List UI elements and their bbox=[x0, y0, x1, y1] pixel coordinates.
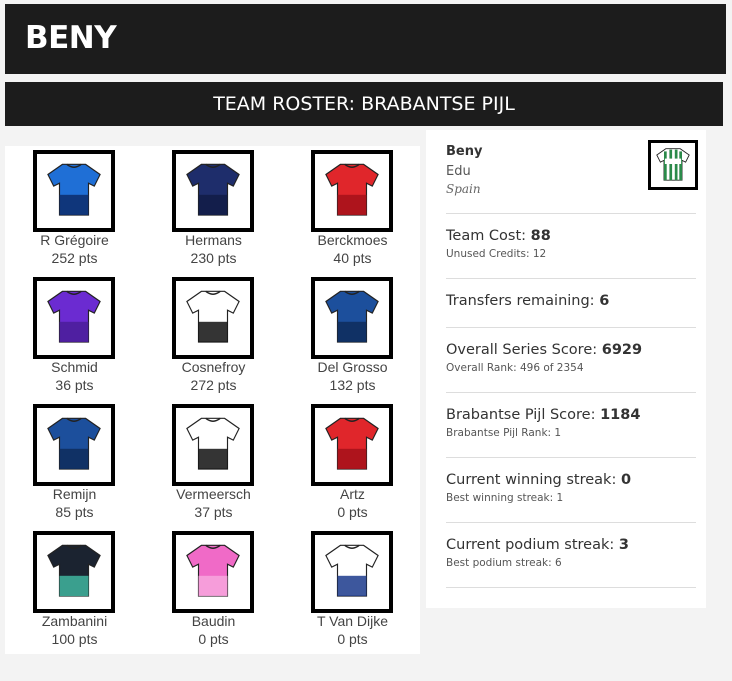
rider-name[interactable]: Zambanini bbox=[5, 613, 144, 629]
rider-name[interactable]: Artz bbox=[283, 486, 422, 502]
red-bull-bora-jersey-icon[interactable] bbox=[311, 531, 393, 613]
rider-points: 132 pts bbox=[329, 377, 376, 393]
rider-name[interactable]: Schmid bbox=[5, 359, 144, 375]
brand-title[interactable]: BENY bbox=[25, 20, 117, 56]
rider-points: 252 pts bbox=[51, 250, 98, 266]
profile-country: Spain bbox=[446, 182, 481, 196]
divider bbox=[446, 327, 696, 328]
rider-card[interactable]: R Grégoire 252 pts bbox=[5, 146, 144, 273]
transfers-value: 6 bbox=[599, 293, 610, 309]
jayco-alula-jersey-icon[interactable] bbox=[33, 277, 115, 359]
team-cost-stat: Team Cost: 88 Unused Credits: 12 bbox=[446, 228, 696, 260]
uae-team-emirates-jersey-icon[interactable] bbox=[172, 277, 254, 359]
series-score-value: 6929 bbox=[601, 342, 643, 358]
series-rank: Overall Rank: 496 of 2354 bbox=[446, 362, 584, 374]
rider-points: 85 pts bbox=[55, 504, 94, 520]
rider-name[interactable]: Baudin bbox=[144, 613, 283, 629]
team-cost-label: Team Cost: bbox=[446, 228, 527, 244]
alpecin-jersey-icon[interactable] bbox=[33, 404, 115, 486]
rider-name[interactable]: Hermans bbox=[144, 232, 283, 248]
rider-name[interactable]: Del Grosso bbox=[283, 359, 422, 375]
rider-name[interactable]: T Van Dijke bbox=[283, 613, 422, 629]
race-rank: Brabantse Pijl Rank: 1 bbox=[446, 427, 562, 439]
rider-card[interactable]: Cosnefroy 272 pts bbox=[144, 273, 283, 400]
roster-title-bar: TEAM ROSTER: BRABANTSE PIJL bbox=[5, 82, 723, 126]
unused-credits: Unused Credits: 12 bbox=[446, 248, 547, 260]
profile-panel: Beny Edu Spain Team Cost: 88 Unused Cred… bbox=[426, 130, 706, 608]
rider-card[interactable]: T Van Dijke 0 pts bbox=[283, 527, 422, 654]
alpecin-jersey-icon[interactable] bbox=[311, 277, 393, 359]
divider bbox=[446, 587, 696, 588]
profile-info: Beny Edu Spain bbox=[446, 144, 482, 196]
rider-card[interactable]: Remijn 85 pts bbox=[5, 400, 144, 527]
groupama-fdj-jersey-icon[interactable] bbox=[33, 150, 115, 232]
winning-streak-stat: Current winning streak: 0 Best winning s… bbox=[446, 472, 696, 504]
rider-name[interactable]: R Grégoire bbox=[5, 232, 144, 248]
rider-card[interactable]: Artz 0 pts bbox=[283, 400, 422, 527]
rider-card[interactable]: Baudin 0 pts bbox=[144, 527, 283, 654]
rider-name[interactable]: Berckmoes bbox=[283, 232, 422, 248]
rider-name[interactable]: Cosnefroy bbox=[144, 359, 283, 375]
rider-card[interactable]: Del Grosso 132 pts bbox=[283, 273, 422, 400]
ef-education-jersey-icon[interactable] bbox=[172, 531, 254, 613]
roster-grid: R Grégoire 252 pts Hermans 230 pts Berckmoes… bbox=[5, 146, 420, 654]
rider-points: 230 pts bbox=[190, 250, 237, 266]
rider-card[interactable]: Zambanini 100 pts bbox=[5, 527, 144, 654]
rider-points: 0 pts bbox=[198, 631, 229, 647]
race-score-stat: Brabantse Pijl Score: 1184 Brabantse Pij… bbox=[446, 407, 696, 439]
rider-points: 40 pts bbox=[333, 250, 372, 266]
divider bbox=[446, 457, 696, 458]
transfers-stat: Transfers remaining: 6 bbox=[446, 293, 696, 309]
best-podium-streak: Best podium streak: 6 bbox=[446, 557, 562, 569]
rider-points: 36 pts bbox=[55, 377, 94, 393]
podium-streak-label: Current podium streak: bbox=[446, 537, 615, 553]
divider bbox=[446, 392, 696, 393]
profile-username: Beny bbox=[446, 144, 483, 159]
israel-premier-tech-jersey-icon[interactable] bbox=[172, 150, 254, 232]
bahrain-victorious-jersey-icon[interactable] bbox=[33, 531, 115, 613]
transfers-label: Transfers remaining: bbox=[446, 293, 595, 309]
rider-name[interactable]: Vermeersch bbox=[144, 486, 283, 502]
rider-card[interactable]: Vermeersch 37 pts bbox=[144, 400, 283, 527]
profile-team-name: Edu bbox=[446, 164, 471, 179]
divider bbox=[446, 522, 696, 523]
rider-points: 100 pts bbox=[51, 631, 98, 647]
winning-streak-label: Current winning streak: bbox=[446, 472, 617, 488]
race-score-value: 1184 bbox=[600, 407, 641, 423]
podium-streak-value: 3 bbox=[618, 537, 629, 553]
lotto-jersey-icon[interactable] bbox=[311, 404, 393, 486]
race-score-label: Brabantse Pijl Score: bbox=[446, 407, 596, 423]
rider-card[interactable]: Berckmoes 40 pts bbox=[283, 146, 422, 273]
divider bbox=[446, 213, 696, 214]
series-score-stat: Overall Series Score: 6929 Overall Rank:… bbox=[446, 342, 696, 374]
rider-points: 0 pts bbox=[337, 504, 368, 520]
best-winning-streak: Best winning streak: 1 bbox=[446, 492, 564, 504]
rider-name[interactable]: Remijn bbox=[5, 486, 144, 502]
rider-card[interactable]: Hermans 230 pts bbox=[144, 146, 283, 273]
winning-streak-value: 0 bbox=[620, 472, 632, 488]
series-score-label: Overall Series Score: bbox=[446, 342, 598, 358]
divider bbox=[446, 278, 696, 279]
rider-card[interactable]: Schmid 36 pts bbox=[5, 273, 144, 400]
rider-points: 37 pts bbox=[194, 504, 233, 520]
team-cost-value: 88 bbox=[530, 228, 551, 244]
uae-team-emirates-jersey-icon[interactable] bbox=[172, 404, 254, 486]
lotto-jersey-icon[interactable] bbox=[311, 150, 393, 232]
green-white-striped-jersey-icon bbox=[648, 140, 698, 190]
rider-points: 0 pts bbox=[337, 631, 368, 647]
top-header: BENY bbox=[5, 4, 726, 74]
rider-points: 272 pts bbox=[190, 377, 237, 393]
podium-streak-stat: Current podium streak: 3 Best podium str… bbox=[446, 537, 696, 569]
